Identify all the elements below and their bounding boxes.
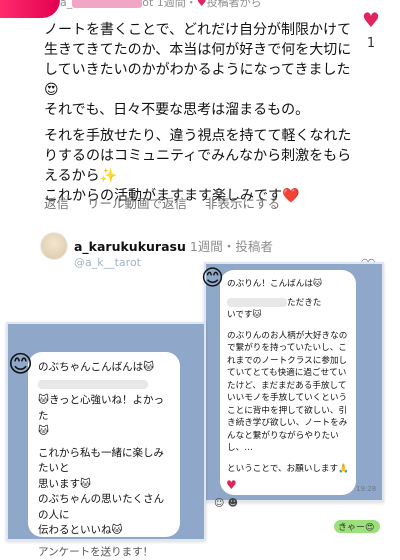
reply-button[interactable]: 返信 xyxy=(44,196,69,211)
blurred-text xyxy=(227,298,287,307)
chat-line: 伝わるといいね🐱 xyxy=(38,523,170,539)
chat-line: のぶちゃんこんばんは🐱 xyxy=(38,360,170,376)
author-badge: 投稿者から xyxy=(207,0,262,9)
chat-line: いです🐱 xyxy=(227,309,349,322)
blurred-text xyxy=(38,380,148,389)
chat-line: 🐱 xyxy=(38,424,170,440)
avatar[interactable] xyxy=(40,232,68,260)
comment-time: 1週間 xyxy=(157,0,186,9)
reply-mention[interactable]: @a_k__tarot xyxy=(74,256,141,269)
reply-time: 1週間 xyxy=(190,239,223,254)
like-control[interactable]: ♥ 1 xyxy=(358,10,384,51)
comment-paragraph: それでも、日々不要な思考は溜まるもの。 xyxy=(44,100,364,120)
comment-body: ノートを書くことで、どれだけ自分が制限かけて生きてきてたのか、本当は何が好きで何… xyxy=(44,20,364,206)
chat-line: これから私も一緒に楽しみたいと xyxy=(38,446,170,477)
reply-meta: a_karukukurasu 1週間・投稿者 xyxy=(74,236,273,255)
chat-bubble-left: のぶちゃんこんばんは🐱 🐱きっと心強いね！よかった 🐱 これから私も一緒に楽しみ… xyxy=(28,352,180,537)
chat-line: のぶりんのお人柄が大好きなので繋がりを持っていたいし、これまでのノートクラスに参… xyxy=(227,330,349,455)
hide-button[interactable]: 非表示にする xyxy=(205,196,280,211)
comment-meta: a_ot 1週間・♥投稿者から xyxy=(60,0,262,10)
message-time: 19:28 xyxy=(356,485,376,493)
smile-emoji-icon: 😊 xyxy=(8,352,33,376)
comment-username-prefix[interactable]: a_ xyxy=(60,0,72,9)
reel-reply-button[interactable]: リール動画で返信 xyxy=(87,196,187,211)
heart-icon: ♥ xyxy=(197,0,207,9)
comment-paragraph: ノートを書くことで、どれだけ自分が制限かけて生きてきてたのか、本当は何が好きで何… xyxy=(44,20,364,100)
chat-line: ただきた xyxy=(287,298,321,308)
chat-bubble-right: のぶりん！こんばんは🐱 ただきた いです🐱 のぶりんのお人柄が大好きなので繋がり… xyxy=(220,270,356,495)
reply-role: 投稿者 xyxy=(235,239,273,254)
comment-actions: 返信 リール動画で返信 非表示にする xyxy=(44,193,294,212)
blurred-username xyxy=(72,0,142,8)
reaction-icons: ☺ ☻ xyxy=(214,498,238,509)
smile-emoji-icon: 😊 xyxy=(201,268,224,290)
chat-line: 🐱きっと心強いね！よかった xyxy=(38,393,170,424)
chat-line: のぶりん！こんばんは🐱 xyxy=(227,278,349,291)
green-message-preview: きゃー😍 xyxy=(334,520,380,533)
heart-filled-icon[interactable]: ♥ xyxy=(358,10,384,30)
chat-line: のぶちゃんの思いたくさんの人に xyxy=(38,492,170,523)
chat-line: アンケートを送ります！ xyxy=(38,545,170,560)
heart-reaction-icon: ♥ xyxy=(226,478,237,492)
profile-avatar-cropped[interactable] xyxy=(0,0,60,18)
comment-paragraph: それを手放せたり、違う視点を持てて軽くなれたりするのはコミュニティでみんなから刺… xyxy=(44,126,364,186)
comment-username-suffix[interactable]: ot xyxy=(142,0,153,9)
chat-line: ということで、お願いします🙏 xyxy=(227,463,349,476)
chat-line: 思います🐱 xyxy=(38,477,170,493)
like-count: 1 xyxy=(358,36,384,51)
reply-username[interactable]: a_karukukurasu xyxy=(74,239,186,254)
